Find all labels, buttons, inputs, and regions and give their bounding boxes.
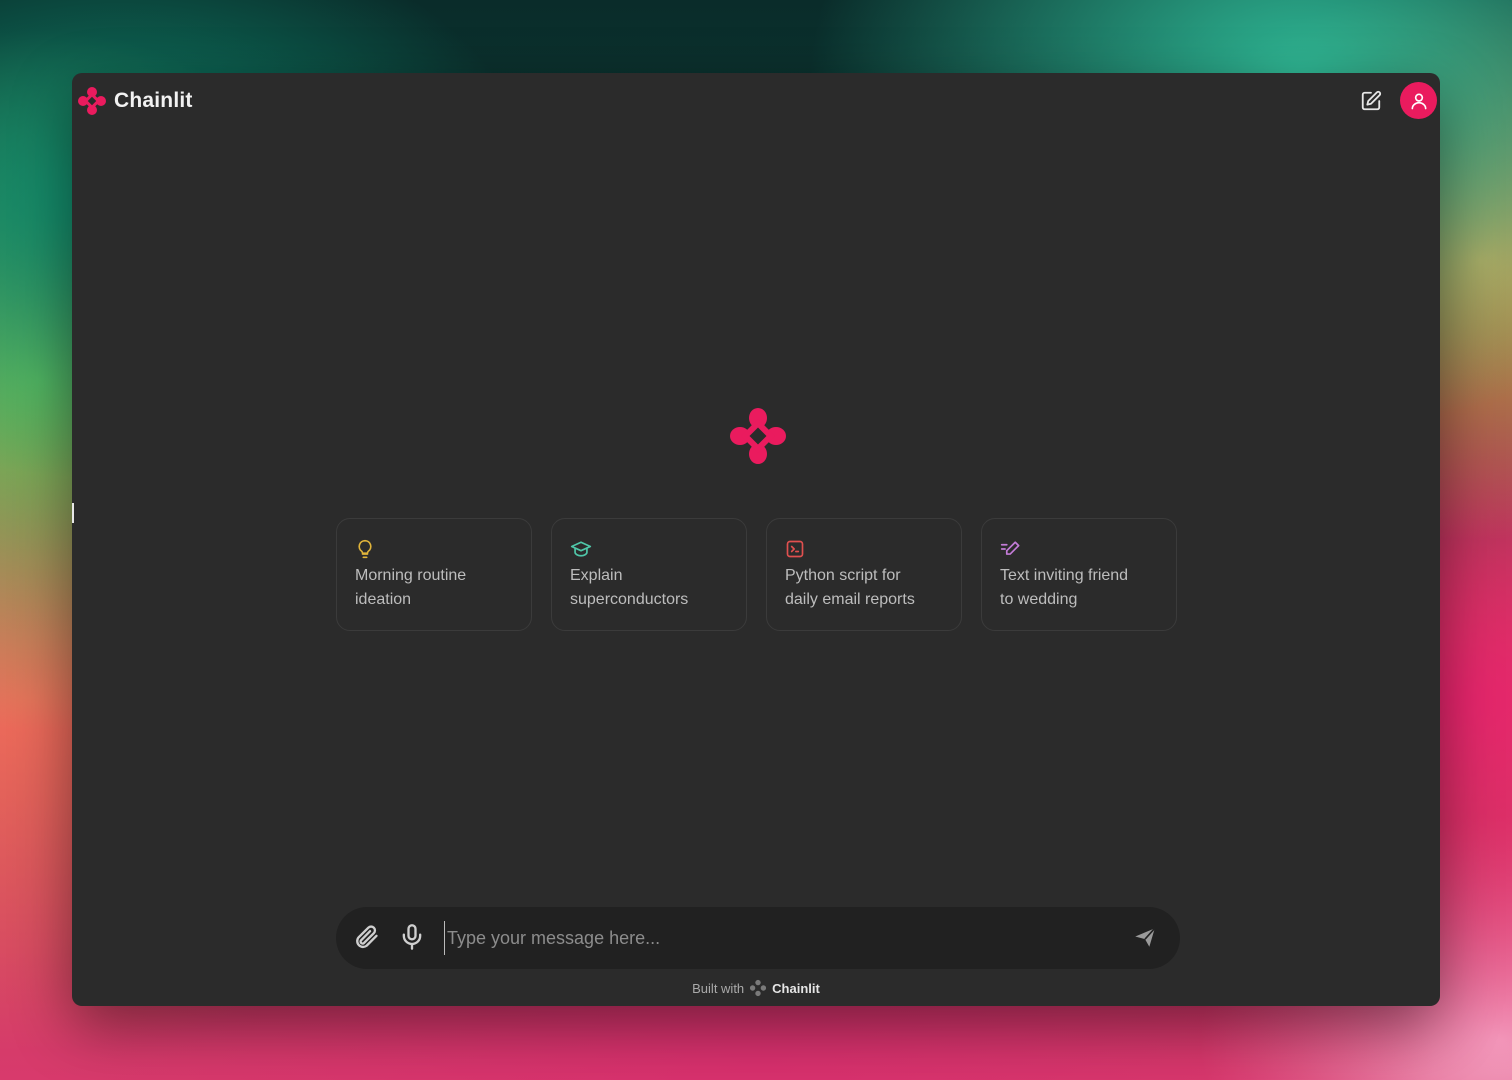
edit-square-icon — [1360, 90, 1382, 112]
header: Chainlit — [72, 73, 1440, 129]
starter-label-line: ideation — [355, 591, 412, 608]
starter-cards: Morning routine ideation Explain superco… — [336, 518, 1177, 631]
starter-label-line: superconductors — [570, 591, 689, 608]
starter-label-line: to wedding — [1000, 591, 1078, 608]
message-input[interactable] — [444, 921, 1107, 955]
starter-card-morning-routine[interactable]: Morning routine ideation — [336, 518, 532, 631]
microphone-icon — [398, 923, 428, 951]
footer: Built with Chainlit — [72, 979, 1440, 997]
starter-label-line: daily email reports — [785, 591, 915, 608]
footer-prefix: Built with — [692, 980, 745, 996]
pen-lines-icon — [1000, 539, 1020, 559]
terminal-icon — [785, 539, 805, 559]
graduation-cap-icon — [570, 539, 592, 559]
footer-brand[interactable]: Chainlit — [772, 981, 820, 996]
starter-label: Morning routine ideation — [355, 564, 513, 612]
starter-label-line: Morning routine — [355, 567, 467, 584]
user-avatar-button[interactable] — [1400, 82, 1437, 119]
microphone-button[interactable] — [398, 923, 428, 953]
starter-card-superconductors[interactable]: Explain superconductors — [551, 518, 747, 631]
send-icon — [1132, 924, 1160, 950]
chainlit-large-logo-icon — [730, 408, 786, 464]
brand-logo[interactable]: Chainlit — [77, 86, 193, 116]
new-chat-button[interactable] — [1357, 87, 1385, 115]
footer-logo-icon — [749, 979, 767, 997]
message-composer — [336, 907, 1180, 969]
send-button[interactable] — [1132, 924, 1160, 952]
brand-name: Chainlit — [114, 89, 193, 112]
chainlit-logo-icon — [77, 86, 107, 116]
attach-button[interactable] — [352, 923, 382, 953]
paperclip-icon — [352, 923, 382, 951]
user-icon — [1409, 91, 1429, 111]
lightbulb-icon — [355, 539, 375, 559]
resize-handle[interactable] — [72, 503, 74, 523]
starter-label-line: Text inviting friend — [1000, 567, 1129, 584]
starter-label: Python script for daily email reports — [785, 564, 943, 612]
center-logo — [728, 406, 788, 466]
starter-card-python-script[interactable]: Python script for daily email reports — [766, 518, 962, 631]
starter-label-line: Python script for — [785, 567, 901, 584]
starter-card-wedding-text[interactable]: Text inviting friend to wedding — [981, 518, 1177, 631]
app-window: Chainlit Morning routine ideation Explai… — [72, 73, 1440, 1006]
starter-label: Text inviting friend to wedding — [1000, 564, 1158, 612]
starter-label-line: Explain — [570, 567, 623, 584]
starter-label: Explain superconductors — [570, 564, 728, 612]
